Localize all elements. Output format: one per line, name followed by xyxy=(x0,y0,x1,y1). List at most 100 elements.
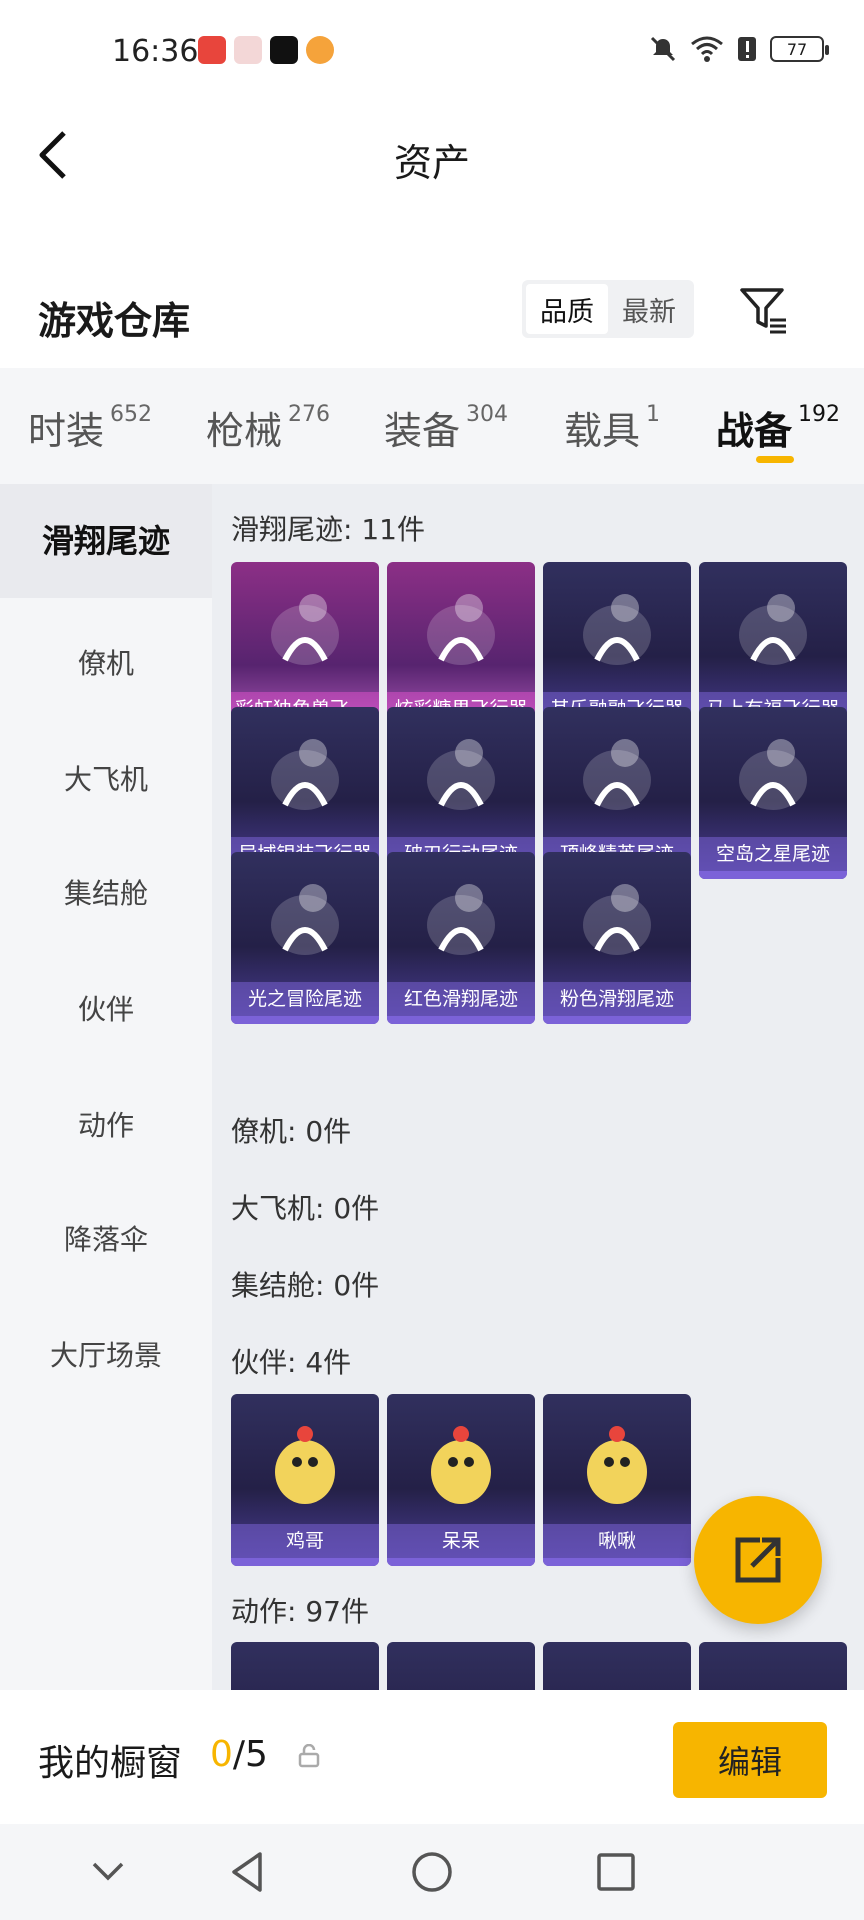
trail-artwork-icon xyxy=(427,884,495,955)
rarity-bar xyxy=(543,1558,691,1566)
sidebar-item-glide-trail[interactable]: 滑翔尾迹 xyxy=(0,484,212,598)
status-indicators: 77 xyxy=(648,34,829,64)
recents-square-icon[interactable] xyxy=(590,1846,642,1898)
section-label-partner: 伙伴: 4件 xyxy=(231,1346,352,1379)
share-fab-button[interactable] xyxy=(694,1496,822,1624)
page-title: 资产 xyxy=(393,141,470,185)
sidebar-item-emote[interactable]: 动作 xyxy=(0,1104,212,1144)
item-name: 啾啾 xyxy=(543,1524,691,1558)
trail-item-card[interactable]: 粉色滑翔尾迹 xyxy=(543,852,691,1024)
filter-icon[interactable] xyxy=(738,284,790,336)
partner-item-card[interactable]: 啾啾 xyxy=(543,1394,691,1566)
tab-fashion[interactable]: 时装 652 xyxy=(28,400,152,455)
partner-item-card[interactable]: 鸡哥 xyxy=(231,1394,379,1566)
showcase-total: /5 xyxy=(232,1734,268,1775)
sidebar-item-rally-pod[interactable]: 集结舱 xyxy=(0,872,212,912)
tab-label: 战备 xyxy=(716,409,793,453)
battery-icon: 77 xyxy=(770,36,829,62)
back-triangle-icon[interactable] xyxy=(222,1846,274,1898)
alert-icon xyxy=(738,37,756,61)
status-bar: 16:36 77 xyxy=(0,0,864,100)
tab-label: 时装 xyxy=(28,409,105,453)
emote-item-card[interactable] xyxy=(387,1642,535,1690)
home-circle-icon[interactable] xyxy=(406,1846,458,1898)
tab-count: 192 xyxy=(798,402,841,427)
sidebar-item-parachute[interactable]: 降落伞 xyxy=(0,1218,212,1258)
tab-count: 652 xyxy=(110,402,153,427)
trail-item-card[interactable]: 光之冒险尾迹 xyxy=(231,852,379,1024)
emote-item-card[interactable] xyxy=(699,1642,847,1690)
section-label-emote: 动作: 97件 xyxy=(231,1595,369,1628)
partner-artwork-icon xyxy=(431,1426,491,1504)
trail-artwork-icon xyxy=(739,739,807,810)
category-tabs: 时装 652 枪械 276 装备 304 载具 1 战备 192 xyxy=(0,368,864,484)
sidebar-item-wingman[interactable]: 僚机 xyxy=(0,642,212,682)
share-external-icon xyxy=(735,1537,781,1583)
tab-firearms[interactable]: 枪械 276 xyxy=(206,400,330,455)
rarity-bar xyxy=(231,1558,379,1566)
section-label-glide-trail: 滑翔尾迹: 11件 xyxy=(231,513,425,546)
trail-item-card[interactable]: 空岛之星尾迹 xyxy=(699,707,847,879)
item-name: 粉色滑翔尾迹 xyxy=(543,982,691,1016)
status-app-icons xyxy=(198,36,334,64)
app-notification-icon xyxy=(306,36,334,64)
tab-count: 1 xyxy=(646,402,661,427)
trail-artwork-icon xyxy=(739,594,807,665)
app-notification-icon xyxy=(198,36,226,64)
nav-header: 资产 xyxy=(0,100,864,210)
emote-item-card[interactable] xyxy=(231,1642,379,1690)
sort-newest-button[interactable]: 最新 xyxy=(608,284,690,334)
trail-artwork-icon xyxy=(583,594,651,665)
tab-count: 276 xyxy=(288,402,331,427)
tab-equipment[interactable]: 装备 304 xyxy=(384,400,508,455)
item-name: 呆呆 xyxy=(387,1524,535,1558)
sidebar-item-plane[interactable]: 大飞机 xyxy=(0,758,212,798)
item-name: 光之冒险尾迹 xyxy=(231,982,379,1016)
app-notification-icon xyxy=(234,36,262,64)
wifi-icon xyxy=(691,36,723,62)
chevron-down-icon[interactable] xyxy=(82,1846,134,1898)
tab-tactical-gear[interactable]: 战备 192 xyxy=(716,400,840,455)
trail-item-card[interactable]: 红色滑翔尾迹 xyxy=(387,852,535,1024)
trail-artwork-icon xyxy=(271,884,339,955)
trail-artwork-icon xyxy=(427,594,495,665)
tiktok-icon xyxy=(270,36,298,64)
partner-item-card[interactable]: 呆呆 xyxy=(387,1394,535,1566)
rarity-bar xyxy=(387,1558,535,1566)
tab-vehicles[interactable]: 载具 1 xyxy=(564,400,660,455)
mute-icon xyxy=(650,36,676,62)
warehouse-title: 游戏仓库 xyxy=(38,299,191,343)
sort-toggle: 品质 最新 xyxy=(522,280,694,338)
trail-artwork-icon xyxy=(271,594,339,665)
partner-artwork-icon xyxy=(275,1426,335,1504)
partner-artwork-icon xyxy=(587,1426,647,1504)
tab-label: 枪械 xyxy=(206,409,283,453)
section-label-wingman: 僚机: 0件 xyxy=(231,1115,352,1148)
edit-button[interactable]: 编辑 xyxy=(673,1722,827,1798)
showcase-count: 0/5 xyxy=(210,1734,268,1775)
trail-artwork-icon xyxy=(583,884,651,955)
emote-item-card[interactable] xyxy=(543,1642,691,1690)
section-label-rally-pod: 集结舱: 0件 xyxy=(231,1269,380,1302)
active-tab-indicator xyxy=(756,456,794,463)
tab-label: 载具 xyxy=(564,409,641,453)
showcase-bar: 我的橱窗 0/5 编辑 xyxy=(0,1690,864,1824)
item-name: 鸡哥 xyxy=(231,1524,379,1558)
sidebar: 滑翔尾迹 僚机 大飞机 集结舱 伙伴 动作 降落伞 大厅场景 xyxy=(0,484,212,1690)
trail-artwork-icon xyxy=(583,739,651,810)
showcase-current: 0 xyxy=(210,1734,233,1775)
sort-quality-button[interactable]: 品质 xyxy=(526,284,608,334)
showcase-title: 我的橱窗 xyxy=(38,1743,183,1784)
tab-count: 304 xyxy=(466,402,509,427)
battery-level: 77 xyxy=(786,39,808,59)
rarity-bar xyxy=(543,1016,691,1024)
trail-artwork-icon xyxy=(271,739,339,810)
sidebar-item-lobby-scene[interactable]: 大厅场景 xyxy=(0,1334,212,1374)
rarity-bar xyxy=(387,1016,535,1024)
rarity-bar xyxy=(231,1016,379,1024)
lock-icon xyxy=(298,1744,320,1768)
system-navigation-bar xyxy=(0,1824,864,1920)
item-name: 空岛之星尾迹 xyxy=(699,837,847,871)
sidebar-item-partner[interactable]: 伙伴 xyxy=(0,988,212,1028)
status-time: 16:36 xyxy=(112,34,199,69)
